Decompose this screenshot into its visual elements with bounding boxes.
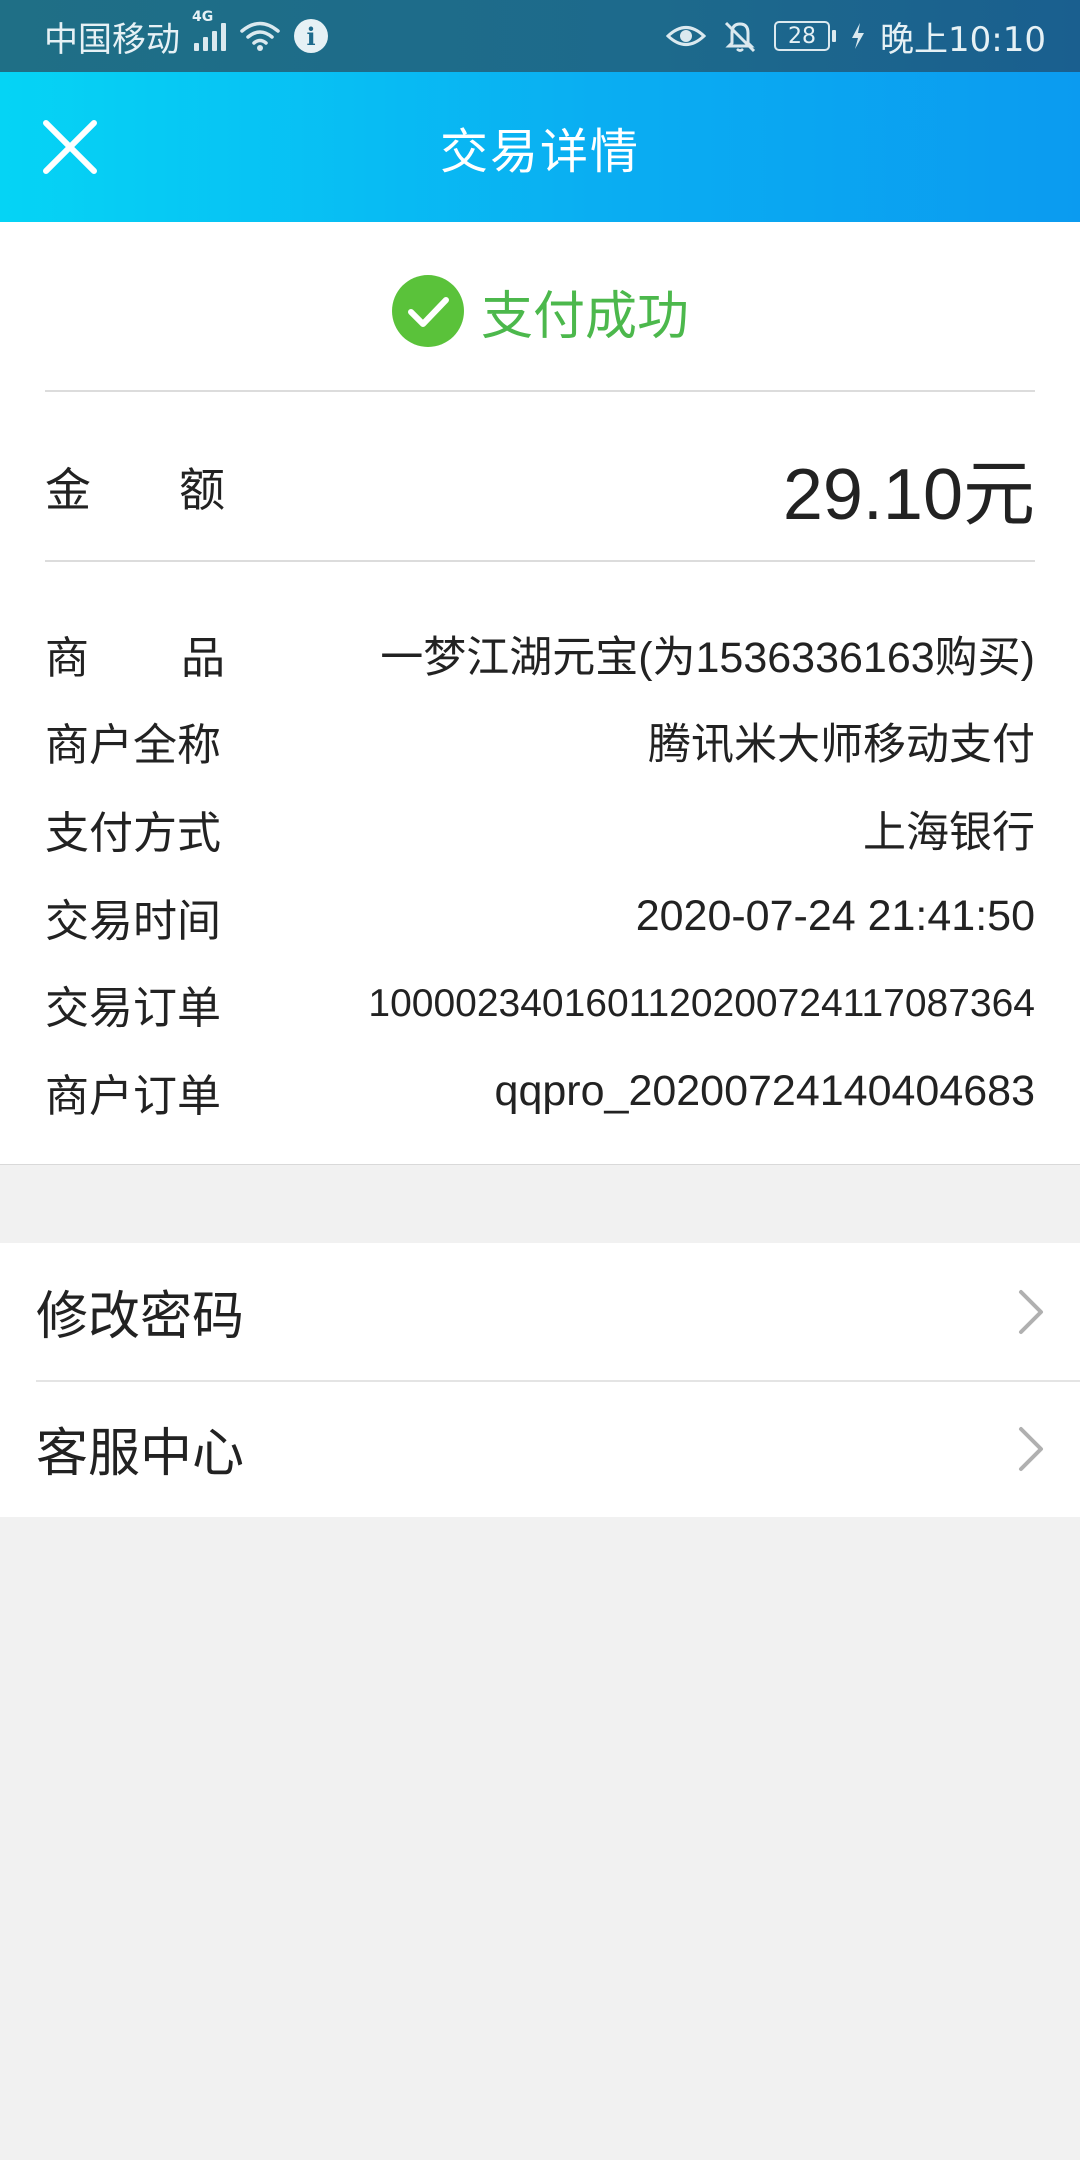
check-circle-icon — [391, 275, 464, 347]
detail-value: 一梦江湖元宝(为1536336163购买) — [380, 633, 1035, 682]
status-bar-right: 28 晚上10:10 — [666, 12, 1046, 61]
menu-item-label: 修改密码 — [36, 1287, 245, 1347]
detail-row-merchant-order: 商户订单 qqpro_20200724140404683 — [45, 1048, 1035, 1136]
carrier-name: 中国移动 — [44, 19, 180, 60]
charging-icon — [852, 23, 865, 49]
detail-label: 交易时间 — [45, 895, 221, 947]
detail-value: 1000023401601120200724117087364 — [368, 982, 1035, 1026]
detail-row-payment-method: 支付方式 上海银行 — [45, 785, 1035, 873]
menu-item-label: 客服中心 — [36, 1424, 245, 1484]
detail-value: 腾讯米大师移动支付 — [648, 721, 1035, 770]
wifi-icon — [240, 21, 280, 51]
cellular-signal-icon: 4G — [192, 9, 226, 51]
chevron-right-icon — [1019, 1289, 1043, 1334]
battery-level: 28 — [774, 21, 831, 51]
status-bar: 中国移动 4G i 28 晚上10:10 — [0, 0, 1080, 72]
detail-row-time: 交易时间 2020-07-24 21:41:50 — [45, 873, 1035, 961]
network-type: 4G — [192, 9, 214, 25]
close-icon[interactable] — [40, 117, 100, 177]
detail-label: 商户全称 — [45, 720, 221, 772]
page-title: 交易详情 — [439, 124, 640, 180]
detail-value: 2020-07-24 21:41:50 — [635, 892, 1035, 941]
transaction-card: 支付成功 金 额 29.10元 商 品 一梦江湖元宝(为1536336163购买… — [0, 222, 1080, 1165]
detail-list: 商 品 一梦江湖元宝(为1536336163购买) 商户全称 腾讯米大师移动支付… — [45, 610, 1035, 1136]
status-bar-left: 中国移动 4G i — [44, 9, 328, 61]
detail-value: 上海银行 — [863, 808, 1035, 857]
menu-item-change-password[interactable]: 修改密码 — [0, 1243, 1080, 1380]
eye-icon — [666, 26, 707, 46]
battery-icon: 28 — [774, 21, 837, 51]
detail-value: qqpro_20200724140404683 — [494, 1067, 1035, 1116]
divider — [45, 560, 1035, 562]
menu-item-customer-service[interactable]: 客服中心 — [0, 1380, 1080, 1517]
detail-row-transaction-order: 交易订单 1000023401601120200724117087364 — [45, 960, 1035, 1048]
amount-row: 金 额 29.10元 — [45, 417, 1035, 557]
divider — [45, 390, 1035, 392]
detail-row-merchant: 商户全称 腾讯米大师移动支付 — [45, 698, 1035, 786]
bell-muted-icon — [724, 21, 756, 53]
detail-label: 商户订单 — [45, 1070, 221, 1122]
detail-label: 支付方式 — [45, 807, 221, 859]
detail-label: 交易订单 — [45, 983, 221, 1035]
detail-row-product: 商 品 一梦江湖元宝(为1536336163购买) — [45, 610, 1035, 698]
chevron-right-icon — [1019, 1426, 1043, 1471]
info-icon: i — [294, 19, 328, 53]
amount-label: 金 额 — [45, 463, 225, 517]
detail-label: 商 品 — [45, 632, 225, 684]
settings-menu: 修改密码 客服中心 — [0, 1243, 1080, 1517]
payment-status: 支付成功 — [0, 266, 1080, 356]
title-bar: 交易详情 — [0, 72, 1080, 222]
amount-value: 29.10元 — [782, 454, 1035, 535]
status-text: 支付成功 — [480, 286, 689, 347]
clock-time: 晚上10:10 — [880, 19, 1046, 60]
